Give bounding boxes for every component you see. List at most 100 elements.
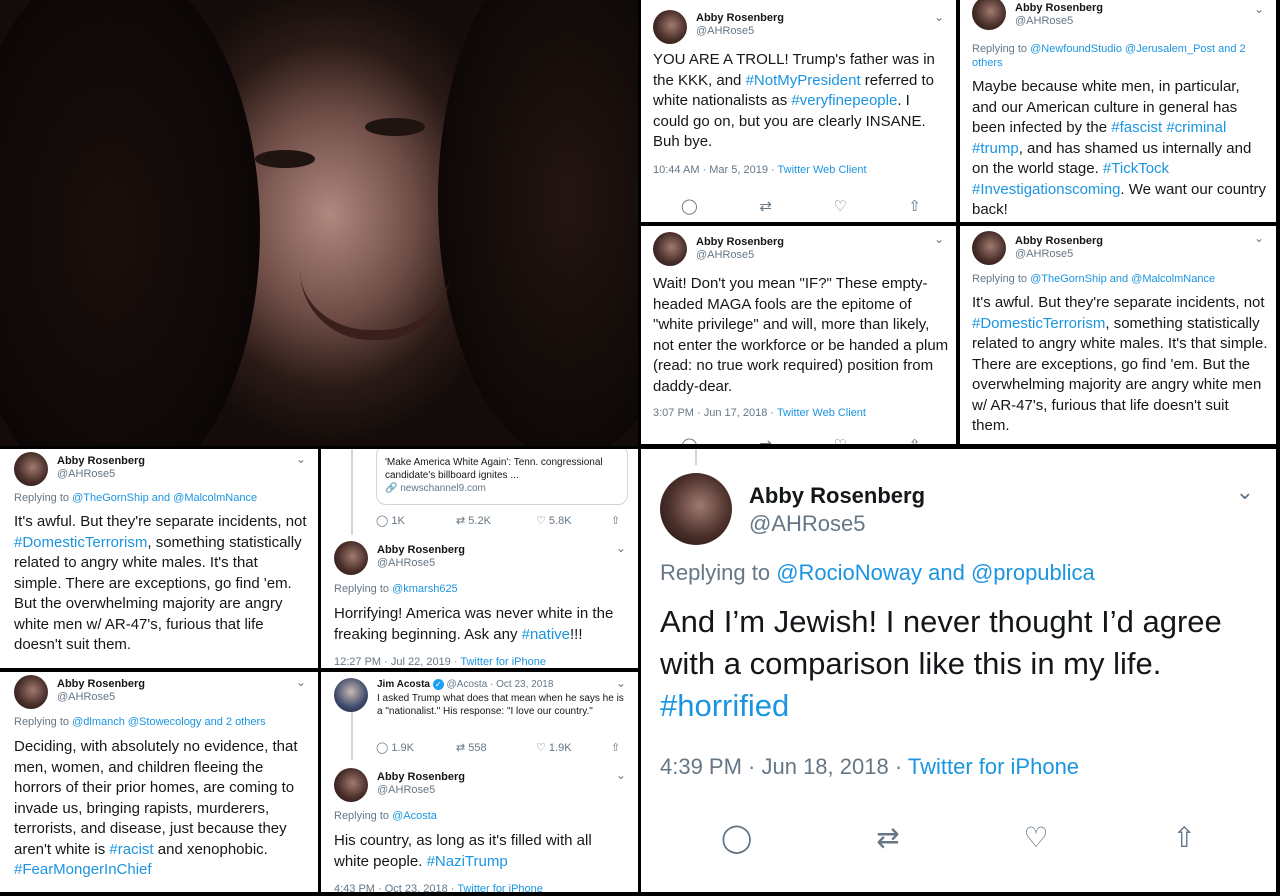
author-name[interactable]: Abby Rosenberg xyxy=(1015,235,1103,248)
chevron-down-icon[interactable]: ⌄ xyxy=(934,10,944,24)
quoted-tweet-text: I asked Trump what does that mean when h… xyxy=(377,693,624,717)
hashtag-link[interactable]: #NotMyPresident xyxy=(746,72,861,89)
source-link[interactable]: Twitter for iPhone xyxy=(460,656,546,668)
share-icon[interactable]: ⇧ xyxy=(611,741,620,754)
tweet-text: Deciding, with absolutely no evidence, t… xyxy=(14,738,298,878)
retweet-icon[interactable]: ⇄ xyxy=(759,436,772,444)
author-name[interactable]: Abby Rosenberg xyxy=(1015,2,1103,15)
hashtag-link[interactable]: #trump xyxy=(972,140,1019,157)
avatar[interactable] xyxy=(653,10,687,44)
share-icon[interactable]: ⇧ xyxy=(908,436,921,444)
author-handle[interactable]: @AHRose5 xyxy=(57,691,145,704)
author-name[interactable]: Abby Rosenberg xyxy=(696,12,784,25)
retweet-icon[interactable]: ⇄ xyxy=(759,197,772,215)
avatar[interactable] xyxy=(14,675,48,709)
tweet-panel-large: Abby Rosenberg @AHRose5 ⌄ Replying to @R… xyxy=(641,449,1276,892)
chevron-down-icon[interactable]: ⌄ xyxy=(616,676,626,690)
like-icon[interactable]: ♡ xyxy=(833,197,846,215)
hashtag-link[interactable]: #FearMongerInChief xyxy=(14,861,152,878)
hashtag-link[interactable]: #fascist xyxy=(1111,119,1162,136)
hashtag-link[interactable]: #NaziTrump xyxy=(427,853,508,870)
reply-mention-link[interactable]: @dlmanch @Stowecology and 2 others xyxy=(72,716,266,728)
hashtag-link[interactable]: #racist xyxy=(109,841,153,858)
retweet-icon[interactable]: ⇄ xyxy=(876,821,899,854)
like-count[interactable]: ♡ 1.9K xyxy=(536,741,611,754)
reply-mention-link[interactable]: @TheGornShip and @MalcolmNance xyxy=(1030,273,1215,285)
chevron-down-icon[interactable]: ⌄ xyxy=(1254,231,1264,245)
author-handle[interactable]: @AHRose5 xyxy=(57,468,145,481)
source-link[interactable]: Twitter Web Client xyxy=(778,164,867,176)
like-count[interactable]: ♡ 5.8K xyxy=(536,514,611,527)
replying-to: Replying to @NewfoundStudio @Jerusalem_P… xyxy=(972,43,1246,69)
reply-count[interactable]: ◯ 1K xyxy=(376,514,456,527)
author-handle[interactable]: @AHRose5 xyxy=(696,25,784,38)
chevron-down-icon[interactable]: ⌄ xyxy=(934,232,944,246)
avatar[interactable] xyxy=(334,768,368,802)
author-handle[interactable]: @AHRose5 xyxy=(1015,248,1103,261)
retweet-count[interactable]: ⇄ 5.2K xyxy=(456,514,536,527)
author-handle[interactable]: @AHRose5 xyxy=(377,784,465,797)
chevron-down-icon[interactable]: ⌄ xyxy=(616,768,626,782)
action-bar: ◯ ⇄ ♡ ⇧ xyxy=(721,821,1196,854)
tweet-panel-2: Abby Rosenberg @AHRose5 ⌄ Replying to @N… xyxy=(960,0,1276,222)
replying-to: Replying to @TheGornShip and @MalcolmNan… xyxy=(14,492,258,504)
author-handle[interactable]: @AHRose5 xyxy=(1015,15,1103,28)
avatar[interactable] xyxy=(334,541,368,575)
chevron-down-icon[interactable]: ⌄ xyxy=(1236,479,1254,505)
action-bar: ◯ ⇄ ♡ ⇧ xyxy=(681,436,921,444)
author-name[interactable]: Abby Rosenberg xyxy=(57,678,145,691)
hashtag-link[interactable]: #DomesticTerrorism xyxy=(14,534,147,551)
reply-mention-link[interactable]: @kmarsh625 xyxy=(392,583,458,595)
hashtag-link[interactable]: #TickTock xyxy=(1103,160,1169,177)
quoted-author-handle[interactable]: @Acosta · Oct 23, 2018 xyxy=(447,679,554,690)
reply-icon[interactable]: ◯ xyxy=(721,821,752,854)
chevron-down-icon[interactable]: ⌄ xyxy=(296,675,306,689)
card-title: 'Make America White Again': Tenn. congre… xyxy=(385,457,603,481)
share-icon[interactable]: ⇧ xyxy=(908,197,921,215)
source-link[interactable]: Twitter Web Client xyxy=(777,407,866,419)
hashtag-link[interactable]: #criminal xyxy=(1166,119,1226,136)
author-name[interactable]: Abby Rosenberg xyxy=(377,771,465,784)
link-preview-card[interactable]: 'Make America White Again': Tenn. congre… xyxy=(376,449,628,505)
source-link[interactable]: Twitter for iPhone xyxy=(457,883,543,892)
share-icon[interactable]: ⇧ xyxy=(1173,821,1196,854)
avatar[interactable] xyxy=(14,452,48,486)
author-handle[interactable]: @AHRose5 xyxy=(749,510,925,538)
avatar[interactable] xyxy=(972,231,1006,265)
author-name[interactable]: Abby Rosenberg xyxy=(696,236,784,249)
reply-count[interactable]: ◯ 1.9K xyxy=(376,741,456,754)
tweet-text: Horrifying! America was never white in t… xyxy=(334,605,614,643)
link-icon: 🔗 xyxy=(385,483,398,494)
author-name[interactable]: Abby Rosenberg xyxy=(57,455,145,468)
author-handle[interactable]: @AHRose5 xyxy=(696,249,784,262)
like-icon[interactable]: ♡ xyxy=(833,436,846,444)
reply-mention-link[interactable]: @RocioNoway and @propublica xyxy=(776,560,1095,585)
avatar[interactable] xyxy=(653,232,687,266)
retweet-count[interactable]: ⇄ 558 xyxy=(456,741,536,754)
hashtag-link[interactable]: #native xyxy=(522,626,570,643)
hashtag-link[interactable]: #Investigationscoming xyxy=(972,181,1120,198)
reply-mention-link[interactable]: @Acosta xyxy=(392,810,437,822)
like-icon[interactable]: ♡ xyxy=(1024,821,1049,854)
author-name[interactable]: Abby Rosenberg xyxy=(377,544,465,557)
hashtag-link[interactable]: #veryfinepeople xyxy=(791,92,897,109)
hashtag-link[interactable]: #DomesticTerrorism xyxy=(972,315,1105,332)
tweet-panel-7: Abby Rosenberg @AHRose5 ⌄ Replying to @d… xyxy=(0,672,318,892)
avatar[interactable] xyxy=(660,473,732,545)
reply-icon[interactable]: ◯ xyxy=(681,197,698,215)
quoted-author-name[interactable]: Jim Acosta xyxy=(377,679,430,690)
hashtag-link[interactable]: #horrified xyxy=(660,688,789,723)
author-handle[interactable]: @AHRose5 xyxy=(377,557,465,570)
chevron-down-icon[interactable]: ⌄ xyxy=(1254,2,1264,16)
chevron-down-icon[interactable]: ⌄ xyxy=(616,541,626,555)
tweet-timestamp: 4:43 PM · Oct 23, 2018 · Twitter for iPh… xyxy=(334,883,543,892)
quoted-avatar[interactable] xyxy=(334,678,368,712)
chevron-down-icon[interactable]: ⌄ xyxy=(296,452,306,466)
source-link[interactable]: Twitter for iPhone xyxy=(908,754,1079,779)
reply-mention-link[interactable]: @TheGornShip and @MalcolmNance xyxy=(72,492,257,504)
reply-icon[interactable]: ◯ xyxy=(681,436,698,444)
avatar[interactable] xyxy=(972,0,1006,30)
author-name[interactable]: Abby Rosenberg xyxy=(749,482,925,510)
replying-to: Replying to @RocioNoway and @propublica xyxy=(660,560,1095,585)
share-icon[interactable]: ⇧ xyxy=(611,514,620,527)
